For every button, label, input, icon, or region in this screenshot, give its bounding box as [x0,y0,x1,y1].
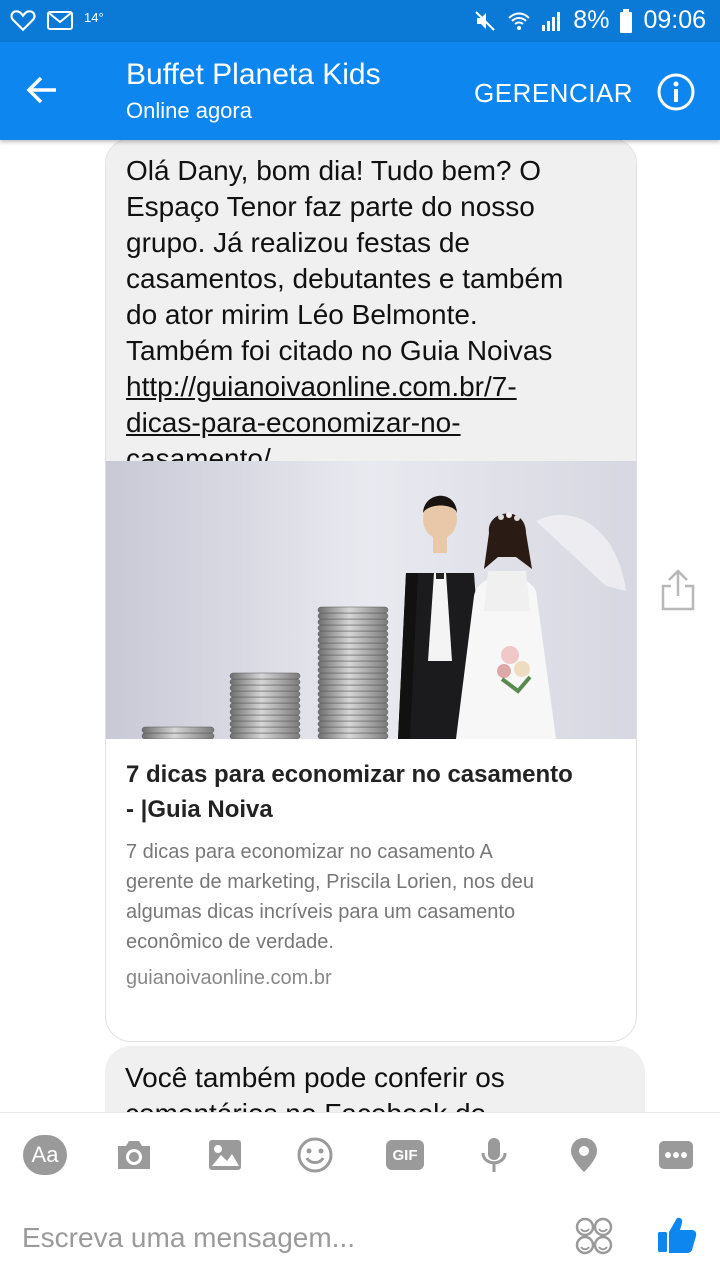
coin [229,696,301,704]
camera-button[interactable] [112,1133,156,1177]
gif-label: GIF [386,1140,424,1170]
back-arrow-icon[interactable] [22,70,62,110]
gallery-button[interactable] [203,1133,247,1177]
coin [317,642,389,650]
message-input[interactable]: Escreva uma mensagem... [22,1222,355,1254]
message-line: Espaço Tenor faz parte do nosso [126,191,535,222]
link-preview-description: 7 dicas para economizar no casamento A g… [126,837,616,957]
coin [141,726,215,734]
share-icon[interactable] [660,568,696,612]
message-line: grupo. Já realizou festas de [126,227,470,258]
link-preview-description-line: 7 dicas para economizar no casamento A [126,841,493,863]
gif-button[interactable]: GIF [383,1133,427,1177]
info-icon[interactable] [656,72,696,112]
link-preview-description-line: econômico de verdade. [126,931,334,953]
link-preview-title-line: 7 dicas para economizar no casamento [126,761,573,788]
coin [229,684,301,692]
emoji-button[interactable] [293,1133,337,1177]
message-composer: Escreva uma mensagem... [0,1196,720,1280]
coin [229,678,301,686]
coin [317,606,389,614]
coin [317,672,389,680]
link-preview-image[interactable] [106,461,636,739]
message-line: do ator mirim Léo Belmonte. [126,299,478,330]
thumbs-up-icon[interactable] [656,1214,698,1256]
signal-icon [542,11,561,31]
location-icon [571,1138,597,1172]
link-preview-description-line: gerente de marketing, Priscila Lorien, n… [126,871,535,893]
text-format-button[interactable]: Aa [23,1133,67,1177]
camera-icon [118,1141,150,1169]
message-bubble[interactable]: Você também pode conferir os comentários… [105,1046,645,1112]
coin [317,612,389,620]
stickers-icon[interactable] [574,1216,614,1256]
coin [317,684,389,692]
more-icon [659,1141,693,1169]
link-preview-domain: guianoivaonline.com.br [126,967,332,989]
coin [317,696,389,704]
status-bar: 14° 8% 09:06 [0,0,720,42]
coin [317,714,389,722]
coin [317,630,389,638]
coin [317,648,389,656]
coin [229,720,301,728]
link-preview-title-line: - |Guia Noiva [126,796,273,823]
coin [317,636,389,644]
image-icon [209,1140,241,1170]
heart-icon [10,10,36,32]
temperature: 14° [84,9,104,25]
coin [229,690,301,698]
coin [317,720,389,728]
coin [317,702,389,710]
microphone-icon [481,1138,507,1172]
message-line: casamentos, debutantes e também [126,263,564,294]
message-text: Olá Dany, bom dia! Tudo bem? O Espaço Te… [106,140,636,474]
contact-name[interactable]: Buffet Planeta Kids [126,58,381,92]
coin [317,678,389,686]
link-preview-title: 7 dicas para economizar no casamento - |… [126,757,616,827]
message-line: Você também pode conferir os [125,1062,505,1093]
message-bubble-with-link[interactable]: Olá Dany, bom dia! Tudo bem? O Espaço Te… [105,140,637,1042]
coin [317,618,389,626]
manage-button[interactable]: GERENCIAR [474,78,633,109]
emoji-icon [297,1137,333,1173]
coin [229,726,301,734]
coin [317,666,389,674]
wifi-icon [508,12,531,30]
coin [317,732,389,739]
composer-toolbar: Aa GIF [0,1112,720,1197]
mute-icon [475,10,496,31]
location-button[interactable] [562,1133,606,1177]
message-list[interactable]: Olá Dany, bom dia! Tudo bem? O Espaço Te… [0,140,720,1112]
conversation-header: Buffet Planeta Kids Online agora GERENCI… [0,42,720,140]
battery-icon [620,8,633,33]
coin [317,690,389,698]
coin [317,654,389,662]
message-line: comentários no Facebook do [125,1096,625,1112]
coin [229,672,301,680]
more-button[interactable] [654,1133,698,1177]
coin [229,708,301,716]
coin [317,624,389,632]
message-line: Olá Dany, bom dia! Tudo bem? O [126,155,542,186]
microphone-button[interactable] [472,1133,516,1177]
coin [229,702,301,710]
coin [141,732,215,739]
coin [317,708,389,716]
coin [229,714,301,722]
mail-icon [47,11,73,30]
coin [317,660,389,668]
text-format-label: Aa [23,1135,67,1175]
message-line: Também foi citado no Guia Noivas [126,335,553,366]
battery-percent: 8% [573,6,610,34]
coin [317,726,389,734]
link-preview-card[interactable]: 7 dicas para economizar no casamento - |… [106,739,636,990]
coin [229,732,301,739]
clock: 09:06 [643,6,706,34]
link-line[interactable]: dicas-para-economizar-no- [126,405,616,441]
link-preview-description-line: algumas dicas incríveis para um casament… [126,901,516,923]
link-line[interactable]: http://guianoivaonline.com.br/7- [126,369,616,405]
presence-status: Online agora [126,98,252,123]
